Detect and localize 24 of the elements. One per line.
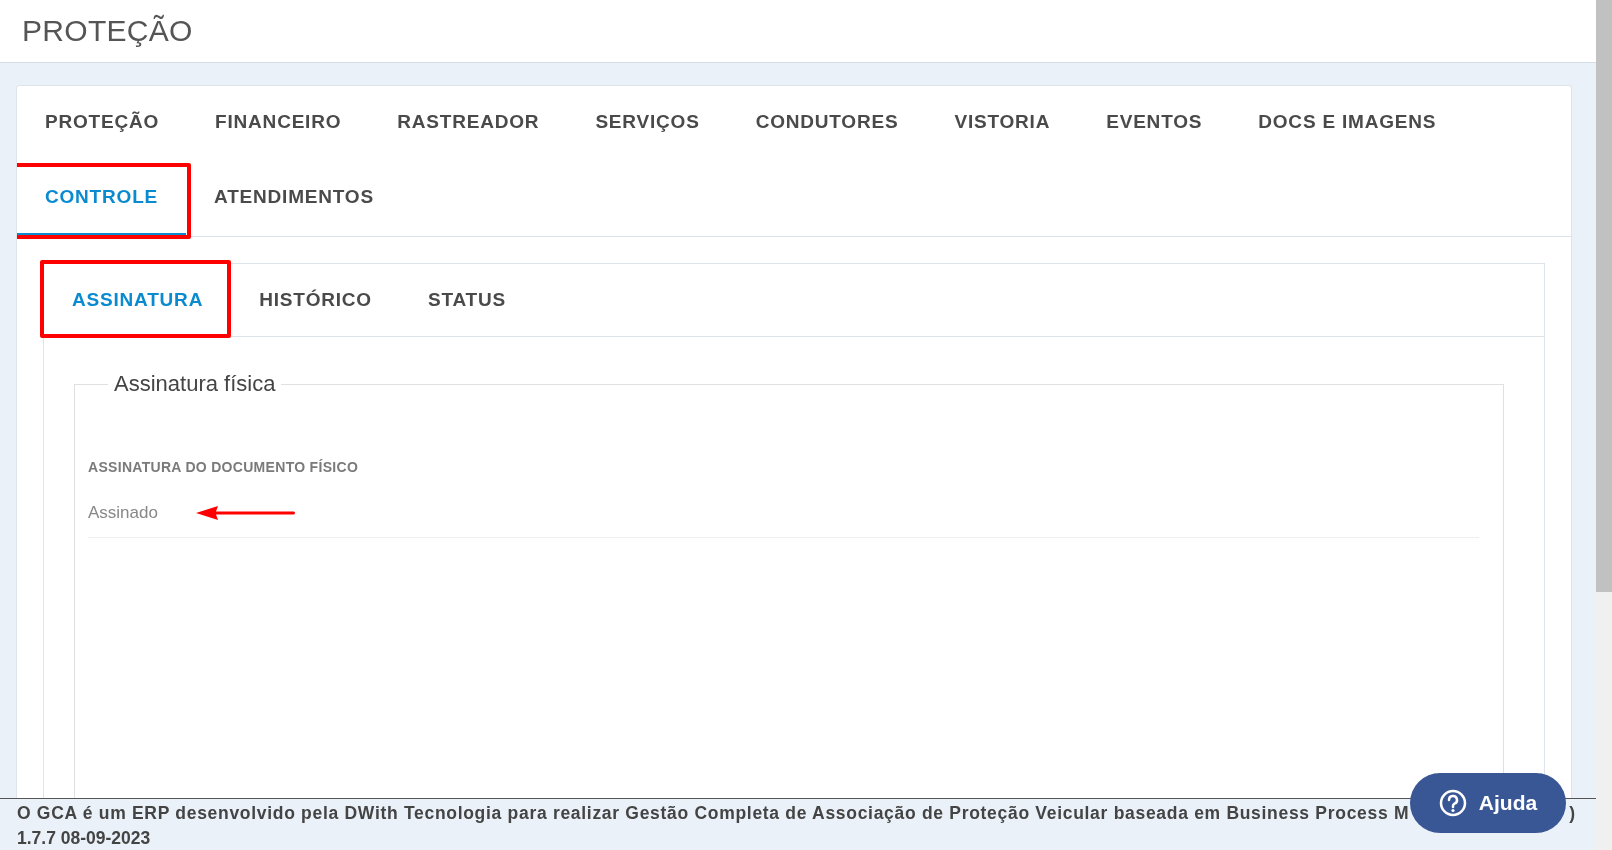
scrollbar-thumb[interactable]	[1596, 0, 1612, 592]
section-legend: Assinatura física	[108, 371, 282, 397]
footer-text: O GCA é um ERP desenvolvido pela DWith Tecnologia para realizar Gestão Completa de Associação de Proteção Veicular baseada em Business Process M	[17, 803, 1410, 824]
help-button[interactable]: Ajuda	[1410, 773, 1566, 833]
tab[interactable]: RASTREADOR	[369, 86, 568, 161]
field-value: Assinado	[88, 503, 158, 523]
scrollbar[interactable]	[1596, 0, 1612, 850]
page-title: PROTEÇÃO	[22, 14, 193, 48]
footer-text: )	[1569, 803, 1576, 824]
tab[interactable]: ATENDIMENTOS	[186, 161, 402, 236]
tab[interactable]: CONTROLE	[17, 161, 186, 236]
tab[interactable]: SERVIÇOS	[567, 86, 728, 161]
help-icon	[1438, 789, 1467, 817]
subtab[interactable]: HISTÓRICO	[231, 264, 400, 336]
tab[interactable]: VISTORIA	[926, 86, 1079, 161]
tab[interactable]: CONDUTORES	[727, 86, 927, 161]
tab[interactable]: FINANCEIRO	[187, 86, 370, 161]
version-text: 1.7.7 08-09-2023	[17, 828, 152, 849]
subtab[interactable]: STATUS	[399, 264, 534, 336]
subtab[interactable]: ASSINATURA	[44, 264, 232, 336]
tab[interactable]: DOCS E IMAGENS	[1230, 86, 1465, 161]
tab[interactable]: EVENTOS	[1078, 86, 1231, 161]
tab[interactable]: PROTEÇÃO	[17, 86, 188, 161]
field-label: ASSINATURA DO DOCUMENTO FÍSICO	[88, 459, 360, 475]
